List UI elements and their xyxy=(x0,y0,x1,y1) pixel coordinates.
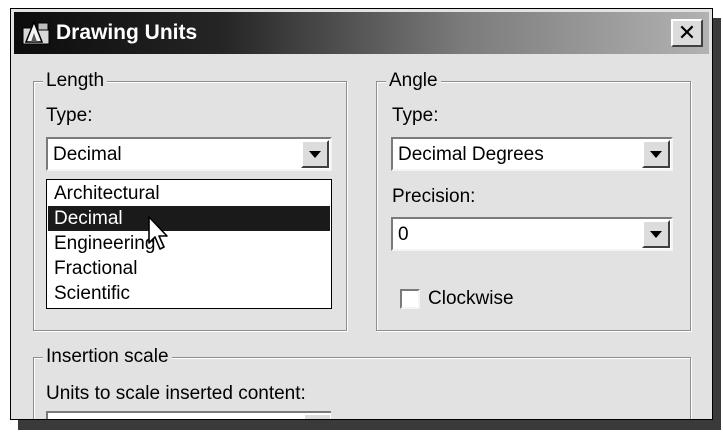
close-button[interactable]: ✕ xyxy=(671,19,703,47)
angle-group-label: Angle xyxy=(386,70,441,92)
mouse-pointer-icon xyxy=(148,216,168,250)
close-icon: ✕ xyxy=(677,20,697,45)
dialog-title: Drawing Units xyxy=(56,21,198,44)
length-type-value: Decimal xyxy=(53,144,122,165)
list-item-decimal[interactable]: Decimal xyxy=(48,206,330,231)
chevron-down-icon xyxy=(309,151,321,158)
list-item-architectural[interactable]: Architectural xyxy=(48,181,330,206)
angle-type-select[interactable]: Decimal Degrees xyxy=(391,137,673,171)
clockwise-checkbox[interactable] xyxy=(400,289,420,309)
angle-type-dropdown-button[interactable] xyxy=(642,140,670,168)
precision-label: Precision: xyxy=(392,186,476,207)
list-item-fractional[interactable]: Fractional xyxy=(48,256,330,281)
list-item-scientific[interactable]: Scientific xyxy=(48,281,330,306)
length-type-dropdown-button[interactable] xyxy=(301,140,329,168)
length-type-label: Type: xyxy=(46,105,93,126)
length-type-select[interactable]: Decimal xyxy=(46,137,332,171)
autocad-app-icon xyxy=(22,19,50,45)
angle-precision-dropdown-button[interactable] xyxy=(642,220,670,248)
angle-precision-value: 0 xyxy=(398,224,409,245)
chevron-down-icon xyxy=(650,151,662,158)
angle-type-label: Type: xyxy=(392,105,439,126)
insertion-units-dropdown-button[interactable] xyxy=(303,413,330,419)
drawing-units-dialog: Drawing Units ✕ Length Type: Decimal Ang… xyxy=(10,8,713,420)
title-bar[interactable]: Drawing Units ✕ xyxy=(14,12,709,54)
length-group-label: Length xyxy=(43,70,108,92)
chevron-down-icon xyxy=(650,231,662,238)
angle-type-value: Decimal Degrees xyxy=(398,144,544,165)
insertion-units-select[interactable] xyxy=(46,411,331,419)
clockwise-label[interactable]: Clockwise xyxy=(428,288,514,310)
length-type-options-list[interactable]: Architectural Decimal Engineering Fracti… xyxy=(46,179,332,309)
units-to-scale-label: Units to scale inserted content: xyxy=(46,383,306,404)
angle-precision-select[interactable]: 0 xyxy=(391,217,673,251)
list-item-engineering[interactable]: Engineering xyxy=(48,231,330,256)
insertion-scale-group-label: Insertion scale xyxy=(43,346,172,368)
